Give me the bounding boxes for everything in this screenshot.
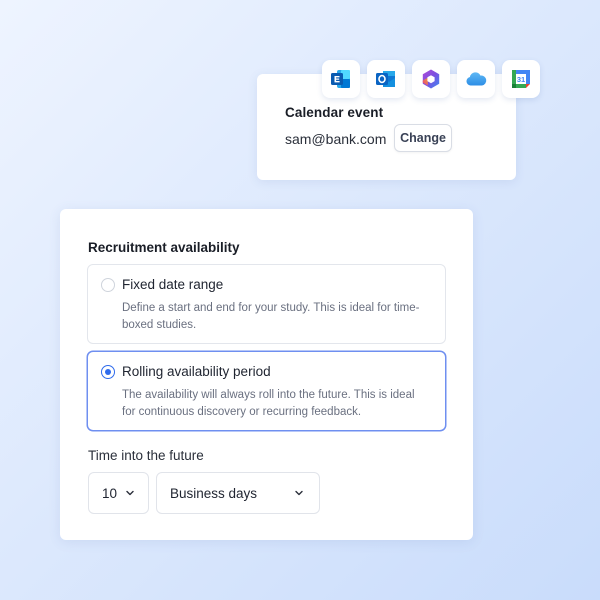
unit-select[interactable]: Business days [156,472,320,514]
option-label: Rolling availability period [122,364,271,379]
chevron-down-icon [295,490,303,496]
fixed-date-range-radio[interactable] [101,278,115,292]
exchange-icon[interactable] [322,60,360,98]
recruitment-availability-card: Recruitment availability Fixed date rang… [60,209,473,540]
icloud-icon[interactable] [457,60,495,98]
option-label: Fixed date range [122,277,224,292]
amount-select[interactable]: 10 [88,472,149,514]
change-calendar-button[interactable]: Change [394,124,452,152]
time-into-future-label: Time into the future [88,448,204,463]
google-calendar-date-text: 31 [517,75,525,84]
outlook-icon[interactable] [367,60,405,98]
rolling-availability-radio[interactable] [101,365,115,379]
amount-select-value: 10 [102,486,118,501]
option-description: Define a start and end for your study. T… [122,302,420,331]
calendar-account-email: sam@bank.com [285,131,387,147]
option-fixed-date-range[interactable]: Fixed date range Define a start and end … [87,264,446,344]
recruitment-availability-title: Recruitment availability [88,240,240,255]
option-description: The availability will always roll into t… [122,389,415,418]
microsoft-365-icon[interactable] [412,60,450,98]
unit-select-value: Business days [170,486,258,501]
calendar-event-title: Calendar event [285,105,384,120]
google-calendar-icon[interactable]: 31 [502,60,540,98]
chevron-down-icon [126,490,134,496]
option-rolling-availability[interactable]: Rolling availability period The availabi… [87,351,446,431]
